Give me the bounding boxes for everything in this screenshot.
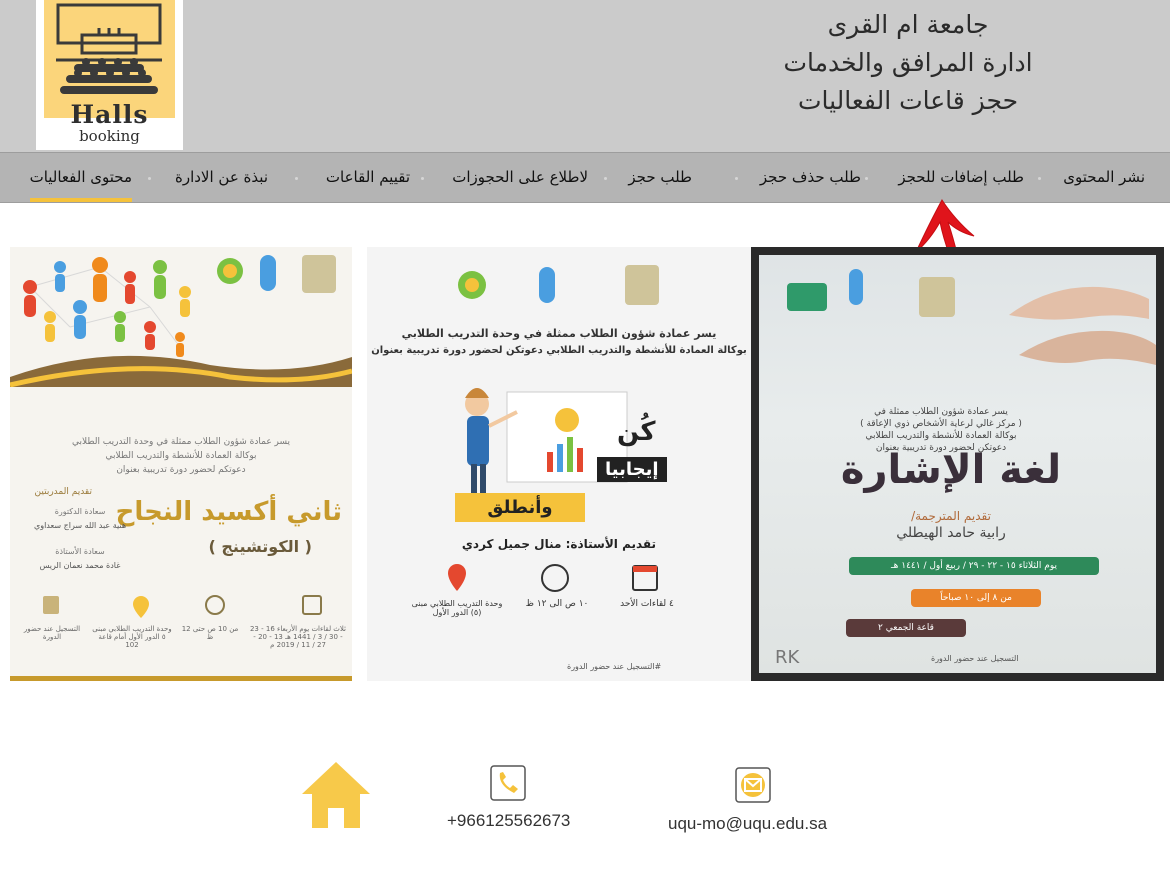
nav-events-content[interactable]: محتوى الفعاليات	[29, 153, 132, 202]
poster-left-time: من 10 ص حتى 12 ظ	[181, 625, 239, 641]
poster-left-intro3: دعوتكم لحضور دورة تدريبية بعنوان	[116, 465, 246, 475]
nav-separator	[865, 177, 868, 180]
poster-mid-intalek: وأنطلق	[455, 493, 585, 522]
event-poster-success[interactable]: يسر عمادة شؤون الطلاب ممثلة في وحدة التد…	[10, 247, 352, 681]
halls-booking-logo[interactable]: Halls booking	[36, 0, 183, 150]
main-navigation: نشر المحتوى طلب إضافات للحجز طلب حذف حجز…	[0, 152, 1170, 203]
site-header: Halls booking جامعة ام القرى ادارة المرا…	[0, 0, 1170, 152]
poster-mid-intro2: بوكالة العمادة للأنشطة والتدريب الطلابي …	[371, 345, 747, 356]
site-purpose: حجز قاعات الفعاليات	[797, 86, 1019, 115]
poster-left-intro2: بوكالة العمادة للأنشطة والتدريب الطلابي	[105, 451, 257, 461]
nav-separator	[604, 177, 607, 180]
poster-right-presenter: رابية حامد الهيطلي	[896, 525, 1006, 541]
poster-right-footer: التسجيل عند حضور الدورة	[931, 654, 1019, 663]
poster-mid-ijabiya: إيجابيا	[597, 457, 667, 482]
poster-mid-footer: #التسجيل عند حضور الدورة	[567, 662, 662, 671]
poster-mid-icon-row	[448, 564, 658, 592]
department-name: ادارة المرافق والخدمات	[783, 48, 1033, 77]
nav-delete-booking[interactable]: طلب حذف حجز	[760, 153, 861, 202]
nav-separator	[1038, 177, 1041, 180]
nav-separator	[295, 177, 298, 180]
poster-mid-time: ١٠ ص الى ١٢ ظ	[525, 599, 589, 609]
university-name: جامعة ام القرى	[827, 10, 989, 39]
poster-left-p1-name: هنية عبد الله سراج سعداوي	[33, 521, 127, 530]
poster-mid-presenter: تقديم الأستاذة: منال جميل كردي	[461, 537, 657, 551]
poster-right-hands-graphic	[787, 269, 1156, 365]
poster-mid-sessions: ٤ لقاءات الأحد	[620, 599, 674, 609]
people-network-graphic	[10, 255, 352, 387]
email-icon[interactable]	[735, 767, 771, 803]
phone-icon[interactable]	[490, 765, 526, 801]
poster-right-presenter-label: تقديم المترجمة/	[911, 509, 991, 523]
poster-right-intro3: بوكالة العمادة للأنشطة والتدريب الطلابي	[865, 431, 1017, 441]
poster-right-date: يوم الثلاثاء ١٥ - ٢٢ - ٢٩ / ربيع أول / ١…	[849, 557, 1099, 575]
poster-left-p2-name: غادة محمد نعمان الريس	[39, 561, 121, 570]
nav-separator	[735, 177, 738, 180]
event-poster-sign-language[interactable]: يسر عمادة شؤون الطلاب ممثلة في ( مركز غا…	[751, 247, 1164, 681]
phone-number[interactable]: +966125562673	[447, 811, 570, 831]
poster-left-p2-role: سعادة الأستاذة	[55, 547, 105, 556]
logo-title: Halls	[70, 100, 149, 129]
nav-publish-content[interactable]: نشر المحتوى	[1063, 153, 1145, 202]
poster-right-intro: يسر عمادة شؤون الطلاب ممثلة في	[874, 407, 1008, 417]
poster-left-location: وحدة التدريب الطلابي مبنى ٥ الدور الأول …	[92, 625, 172, 649]
nav-view-bookings[interactable]: لاطلاع على الحجوزات	[452, 153, 588, 202]
poster-right-intro2: ( مركز غالي لرعاية الأشخاص ذوي الإعاقة )	[860, 419, 1022, 429]
email-address[interactable]: uqu-mo@uqu.edu.sa	[668, 814, 827, 834]
logo-subtitle: booking	[79, 127, 140, 145]
poster-left-p1-role: سعادة الدكتورة	[54, 507, 106, 516]
event-poster-be-positive[interactable]: يسر عمادة شؤون الطلاب ممثلة في وحدة التد…	[367, 247, 751, 681]
nav-about-department[interactable]: نبذة عن الادارة	[175, 153, 268, 202]
poster-mid-location: وحدة التدريب الطلابي مبنى (٥) الدور الأو…	[411, 599, 503, 617]
nav-rate-halls[interactable]: تقييم القاعات	[326, 153, 410, 202]
poster-mid-kun: كُن	[617, 417, 656, 447]
poster-right-title: لغة الإشارة	[840, 447, 1062, 493]
poster-left-title: ثاني أكسيد النجاح	[115, 497, 342, 527]
poster-left-intro: يسر عمادة شؤون الطلاب ممثلة في وحدة التد…	[71, 437, 291, 447]
nav-separator	[148, 177, 151, 180]
poster-left-icon-row	[43, 595, 322, 618]
poster-left-presenters: تقديم المدربتين	[34, 487, 92, 497]
poster-left-subtitle: ( الكوتشينج )	[208, 537, 312, 556]
poster-left-bottom-bar	[10, 676, 352, 681]
poster-mid-intro: يسر عمادة شؤون الطلاب ممثلة في وحدة التد…	[401, 327, 717, 340]
home-icon[interactable]	[300, 760, 372, 830]
poster-mid-logos	[458, 265, 659, 305]
poster-right-time: من ٨ إلى ١٠ صباحاً	[911, 589, 1041, 607]
poster-left-dates: ثلاث لقاءات يوم الأربعاء 16 - 23 - 30 / …	[249, 625, 347, 649]
nav-booking-request[interactable]: طلب حجز	[628, 153, 692, 202]
university-title-block: جامعة ام القرى ادارة المرافق والخدمات حج…	[698, 6, 1118, 120]
poster-left-registration: التسجيل عند حضور الدورة	[23, 625, 81, 641]
poster-right-place: قاعة الجمعي ٢	[846, 619, 966, 637]
nav-separator	[421, 177, 424, 180]
poster-right-signature: RK	[775, 647, 800, 668]
